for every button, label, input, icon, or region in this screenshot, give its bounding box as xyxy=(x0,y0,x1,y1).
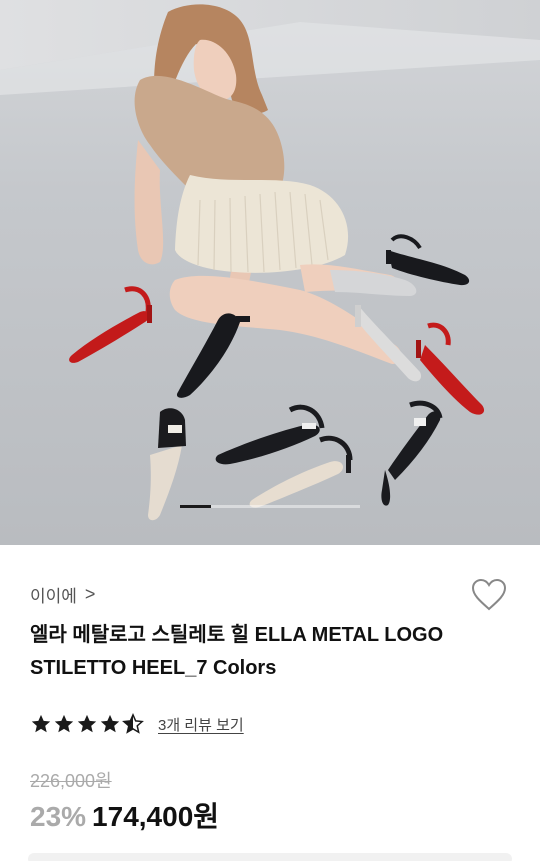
star-half-icon xyxy=(122,713,144,734)
product-title: 엘라 메탈로고 스틸레토 힐 ELLA METAL LOGO STILETTO … xyxy=(30,624,444,679)
sale-price: 174,400원 xyxy=(92,801,220,832)
star-rating xyxy=(30,713,144,735)
wishlist-button[interactable] xyxy=(468,575,510,615)
chevron-right-icon: > xyxy=(84,584,96,604)
discount-rate: 23% xyxy=(30,801,87,832)
bottom-panel-edge xyxy=(28,853,512,861)
star-icon xyxy=(54,714,74,733)
rating-summary: 3개 리뷰 보기 xyxy=(30,713,244,735)
heart-outline-icon xyxy=(471,578,507,611)
brand-name: 이이에 xyxy=(30,587,77,606)
brand-link[interactable]: 이이에 > xyxy=(30,582,95,607)
product-photo xyxy=(0,0,540,545)
star-icon xyxy=(31,714,51,733)
product-hero-image[interactable] xyxy=(0,0,540,545)
price-row: 23% 174,400원 xyxy=(30,795,219,835)
product-info-panel: 이이에 > 엘라 메탈로고 스틸레토 힐 ELLA METAL LOGO STI… xyxy=(0,545,540,861)
carousel-indicator-active xyxy=(180,505,211,508)
star-icon xyxy=(77,714,97,733)
review-link[interactable]: 3개 리뷰 보기 xyxy=(158,714,244,735)
star-icon xyxy=(100,714,120,733)
original-price: 226,000원 xyxy=(30,771,112,791)
carousel-indicator xyxy=(180,505,360,508)
